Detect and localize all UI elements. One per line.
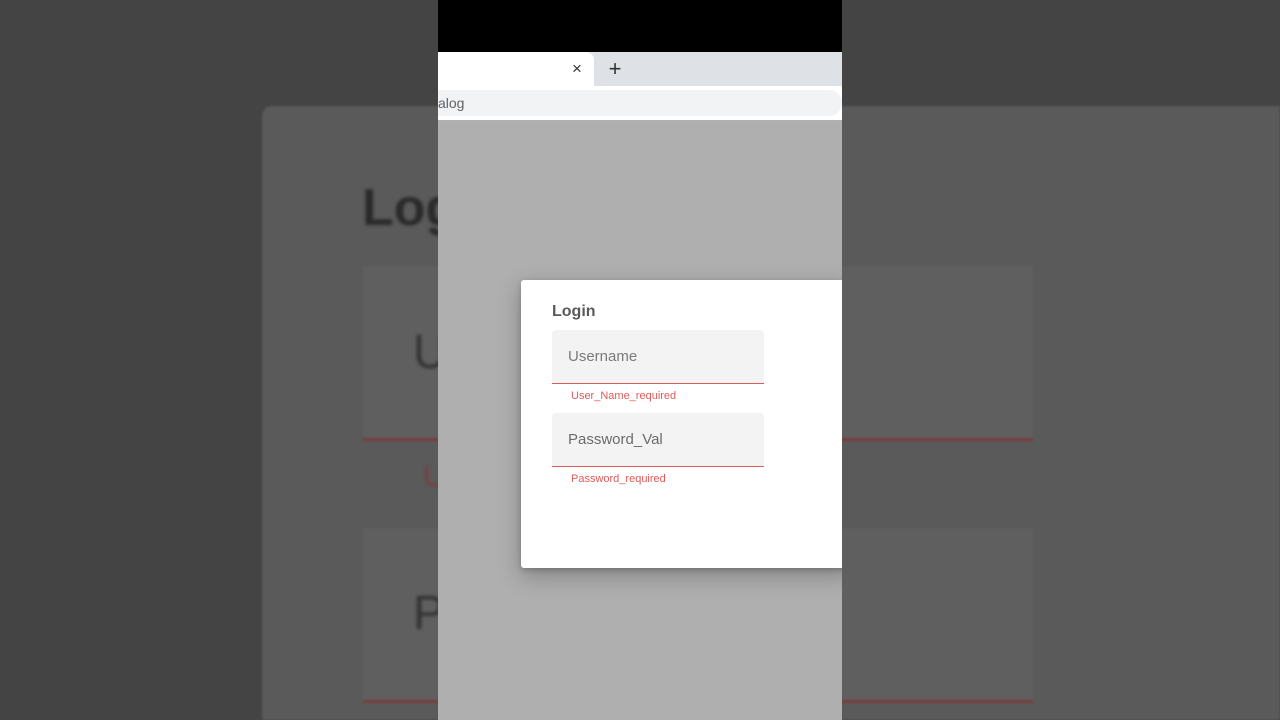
address-text: alog: [438, 95, 465, 111]
tab-strip: × +: [438, 52, 842, 86]
black-top-bar: [438, 0, 842, 52]
password-input[interactable]: [552, 413, 764, 466]
password-error: Password_required: [571, 473, 666, 485]
username-input[interactable]: [552, 330, 764, 383]
close-tab-icon[interactable]: ×: [567, 59, 587, 79]
username-error: User_Name_required: [571, 390, 677, 402]
new-tab-icon[interactable]: +: [604, 58, 626, 80]
password-field[interactable]: [552, 413, 764, 467]
address-bar: alog: [438, 86, 842, 120]
dialog-title: Login: [552, 303, 596, 320]
address-input[interactable]: alog: [438, 90, 842, 116]
username-field[interactable]: [552, 330, 764, 384]
browser-window: × + alog Login User_Name_required Passwo…: [438, 0, 842, 720]
login-dialog: Login User_Name_required Password_requir…: [521, 280, 842, 568]
active-tab[interactable]: ×: [438, 52, 594, 86]
